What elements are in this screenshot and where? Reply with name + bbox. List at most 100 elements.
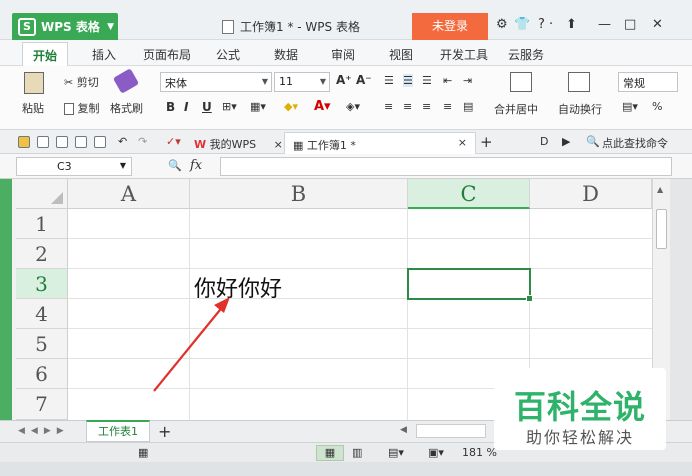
sheet-doc-icon: ▦	[293, 139, 304, 152]
read-mode-icon[interactable]: ▣▾	[428, 446, 444, 459]
align-left-icon[interactable]: ≡	[384, 100, 393, 113]
undo-icon[interactable]: ↶	[118, 135, 127, 148]
scroll-thumb[interactable]	[656, 209, 667, 249]
export-pdf-icon[interactable]	[56, 136, 68, 148]
login-button[interactable]: 未登录	[412, 13, 488, 40]
app-menu-button[interactable]: S WPS 表格 ▼	[12, 13, 118, 40]
number-format-select[interactable]: 常规	[618, 72, 678, 92]
font-name-value: 宋体	[165, 77, 187, 90]
merge-center-icon[interactable]	[510, 72, 532, 92]
indent-increase-icon[interactable]: ⇥	[463, 74, 472, 87]
help-icon[interactable]: ? ·	[538, 17, 553, 32]
close-icon[interactable]: ×	[458, 136, 467, 149]
customize-icon[interactable]: ✓▾	[166, 135, 181, 148]
add-sheet-button[interactable]: +	[158, 422, 171, 441]
formula-input[interactable]	[220, 157, 672, 176]
open-folder-icon[interactable]	[18, 136, 30, 148]
zoom-level[interactable]: 181 %	[462, 446, 497, 459]
clear-format-icon[interactable]: ◈▾	[346, 100, 360, 113]
borders-icon[interactable]: ⊞▾	[222, 100, 237, 113]
grow-font-icon[interactable]: A⁺	[336, 73, 352, 87]
currency-icon[interactable]: ▤▾	[622, 100, 638, 113]
font-name-select[interactable]: 宋体 ▼	[160, 72, 272, 92]
tab-insert[interactable]: 插入	[92, 46, 116, 63]
restore-ribbon-icon[interactable]: ⬆	[566, 17, 577, 32]
percent-button[interactable]: %	[652, 100, 662, 113]
sheet-nav-arrows[interactable]: ◀◀▶▶	[18, 426, 70, 436]
justify-icon[interactable]: ≡	[443, 100, 452, 113]
tab-view[interactable]: 视图	[389, 46, 413, 63]
cut-button[interactable]: ✂ 剪切	[64, 74, 99, 90]
chevron-down-icon: ▼	[107, 22, 114, 32]
close-icon[interactable]: ×	[274, 138, 283, 151]
tab-page-layout[interactable]: 页面布局	[143, 46, 191, 63]
wrap-text-icon[interactable]	[568, 72, 590, 92]
paste-label[interactable]: 粘贴	[22, 100, 44, 116]
format-painter-icon[interactable]	[112, 68, 140, 94]
minimize-icon[interactable]: —	[598, 17, 611, 32]
chevron-down-icon: ▼	[261, 77, 268, 86]
watermark-overlay: 百科全说 助你轻松解决	[494, 368, 666, 450]
distributed-icon[interactable]: ▤	[463, 100, 473, 113]
scroll-up-icon[interactable]: ▲	[657, 185, 663, 194]
new-tab-icon[interactable]: +	[480, 133, 493, 151]
doc-tab-workbook-label: 工作簿1 *	[306, 139, 356, 152]
copy-button[interactable]: 复制	[64, 100, 100, 116]
save-icon[interactable]	[37, 136, 49, 148]
print-icon[interactable]	[75, 136, 87, 148]
tab-home[interactable]: 开始	[22, 42, 69, 66]
align-bottom-icon[interactable]: ☰	[422, 74, 432, 87]
close-icon[interactable]: ✕	[652, 17, 663, 32]
sheet-tab-1[interactable]: 工作表1	[86, 420, 150, 442]
document-title: 工作簿1 * - WPS 表格	[222, 18, 360, 35]
maximize-icon[interactable]: □	[624, 17, 636, 32]
formula-bar: C3 ▼ 🔍 fx	[0, 154, 692, 179]
copy-label: 复制	[77, 102, 100, 115]
italic-button[interactable]: I	[184, 100, 188, 114]
merge-center-label[interactable]: 合并居中	[494, 101, 538, 117]
format-painter-label[interactable]: 格式刷	[110, 100, 143, 116]
normal-view-icon[interactable]: ▦	[316, 445, 344, 461]
align-center-icon[interactable]: ≡	[403, 100, 412, 113]
doc-tab-workbook[interactable]: ▦ 工作簿1 * ×	[284, 132, 476, 154]
indent-decrease-icon[interactable]: ⇤	[443, 74, 452, 87]
mode-icon[interactable]: D	[540, 135, 548, 148]
page-layout-icon[interactable]: ▥	[352, 446, 362, 459]
font-size-select[interactable]: 11 ▼	[274, 72, 330, 92]
redo-icon[interactable]: ↷	[138, 135, 147, 148]
calendar-icon[interactable]: ▦	[138, 446, 148, 459]
bold-button[interactable]: B	[166, 100, 175, 114]
tab-developer[interactable]: 开发工具	[440, 46, 488, 63]
search-icon[interactable]: 🔍	[586, 135, 600, 148]
paste-button[interactable]	[24, 72, 44, 94]
shirt-icon[interactable]: 👕	[514, 17, 530, 32]
font-size-value: 11	[279, 75, 293, 88]
shrink-font-icon[interactable]: A⁻	[356, 73, 372, 87]
align-top-icon[interactable]: ☰	[384, 74, 394, 87]
tab-review[interactable]: 审阅	[331, 46, 355, 63]
command-search[interactable]: 点此查找命令	[602, 135, 668, 151]
tab-formulas[interactable]: 公式	[216, 46, 240, 63]
scroll-left-icon[interactable]: ◀	[400, 425, 407, 435]
horizontal-scroll-thumb[interactable]	[416, 424, 486, 438]
underline-button[interactable]: U	[202, 100, 212, 114]
font-color-icon[interactable]: A▾	[314, 99, 331, 114]
zoom-lens-icon[interactable]: 🔍	[168, 159, 182, 172]
app-menu-label: WPS 表格	[41, 20, 100, 34]
align-right-icon[interactable]: ≡	[422, 100, 431, 113]
print-preview-icon[interactable]	[94, 136, 106, 148]
watermark-subtitle: 助你轻松解决	[525, 428, 634, 447]
name-box[interactable]: C3 ▼	[16, 157, 132, 176]
cell-style-icon[interactable]: ▦▾	[250, 100, 266, 113]
skin-icon[interactable]: ⚙	[496, 17, 508, 32]
wrap-text-label[interactable]: 自动换行	[558, 101, 602, 117]
tab-data[interactable]: 数据	[274, 46, 298, 63]
fill-color-icon[interactable]: ◆▾	[284, 100, 298, 113]
page-break-icon[interactable]: ▤▾	[388, 446, 404, 459]
right-edge-panel	[670, 179, 692, 420]
align-middle-icon[interactable]: ☰	[403, 74, 413, 87]
tab-cloud[interactable]: 云服务	[508, 46, 544, 63]
skin-switch-icon[interactable]: ▶	[562, 135, 570, 148]
doc-tab-my-wps[interactable]: W 我的WPS ×	[186, 132, 291, 154]
fx-button[interactable]: fx	[190, 158, 202, 173]
